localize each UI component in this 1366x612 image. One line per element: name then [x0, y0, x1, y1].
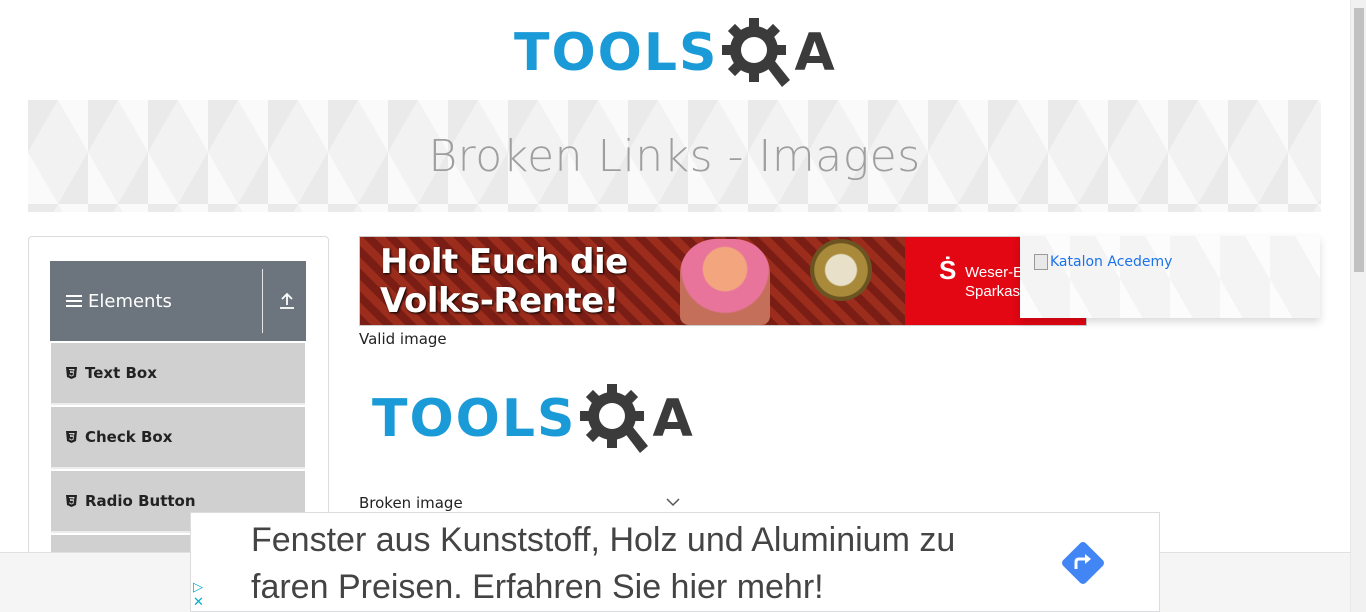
- sidebar-group-elements[interactable]: Elements: [50, 261, 306, 341]
- logo-text: TOOLS: [514, 23, 719, 83]
- katalon-broken-image[interactable]: Katalon Acedemy: [1034, 254, 1172, 270]
- ad-bank-line2: Sparkas: [965, 283, 1021, 300]
- katalon-ad-card[interactable]: Katalon Acedemy: [1020, 236, 1320, 318]
- logo-suffix: A: [652, 389, 693, 449]
- upload-icon[interactable]: [278, 291, 296, 311]
- ad-bank-name: Weser-E Sparkas: [965, 263, 1023, 301]
- toolsqa-image: TOOLS A: [372, 380, 702, 458]
- ad-mirror: [810, 239, 872, 301]
- html5-icon: [66, 431, 77, 443]
- ad-headline-line1: Holt Euch die: [380, 242, 628, 282]
- page-scrollbar[interactable]: [1350, 0, 1366, 612]
- sidebar-item-label: Text Box: [85, 364, 157, 382]
- gear-magnifier-icon: [722, 16, 792, 90]
- broken-image-caption: Broken image: [359, 494, 463, 512]
- chevron-down-icon[interactable]: [666, 498, 680, 507]
- adchoice-close-icon[interactable]: ✕: [193, 594, 207, 609]
- adchoices-icon[interactable]: ▷ ✕: [193, 579, 207, 609]
- menu-icon: [66, 295, 82, 307]
- logo-suffix: A: [794, 23, 835, 83]
- sidebar-item-check-box[interactable]: Check Box: [51, 407, 305, 469]
- bottom-ad-text[interactable]: Fenster aus Kunststoff, Holz und Alumini…: [251, 517, 1041, 611]
- adchoice-play-icon: ▷: [193, 579, 203, 594]
- directions-arrow-icon[interactable]: [1059, 539, 1107, 587]
- html5-icon: [66, 495, 77, 507]
- ad-portrait: [680, 239, 770, 325]
- valid-image[interactable]: Holt Euch die Volks-Rente! Ṡ Weser-E Spa…: [359, 236, 1087, 326]
- ad-headline: Holt Euch die Volks-Rente!: [380, 243, 628, 321]
- katalon-alt-text: Katalon Acedemy: [1050, 254, 1173, 270]
- logo-text: TOOLS: [372, 389, 577, 449]
- toolsqa-logo[interactable]: TOOLS A: [514, 14, 844, 92]
- page-title: Broken Links - Images: [428, 130, 921, 182]
- ad-bank-line1: Weser-E: [965, 264, 1024, 281]
- ad-artwork: Holt Euch die Volks-Rente!: [360, 237, 905, 325]
- valid-image-caption: Valid image: [359, 330, 447, 348]
- page: TOOLS A Broken Links - Images Elements T…: [0, 0, 1366, 612]
- broken-image-icon: [1034, 254, 1048, 270]
- sparkasse-logo-icon: Ṡ: [939, 255, 957, 285]
- ad-headline-line2: Volks-Rente!: [380, 281, 619, 321]
- sidebar-item-label: Check Box: [85, 428, 173, 446]
- header-divider: [262, 269, 263, 333]
- sidebar-item-text-box[interactable]: Text Box: [51, 343, 305, 405]
- sidebar-group-label: Elements: [88, 290, 172, 312]
- html5-icon: [66, 367, 77, 379]
- page-banner: Broken Links - Images: [28, 100, 1321, 212]
- sidebar-item-label: Radio Button: [85, 492, 196, 510]
- gear-magnifier-icon: [580, 382, 650, 456]
- bottom-ad[interactable]: ▷ ✕ Fenster aus Kunststoff, Holz und Alu…: [190, 512, 1160, 612]
- scrollbar-thumb[interactable]: [1354, 8, 1364, 272]
